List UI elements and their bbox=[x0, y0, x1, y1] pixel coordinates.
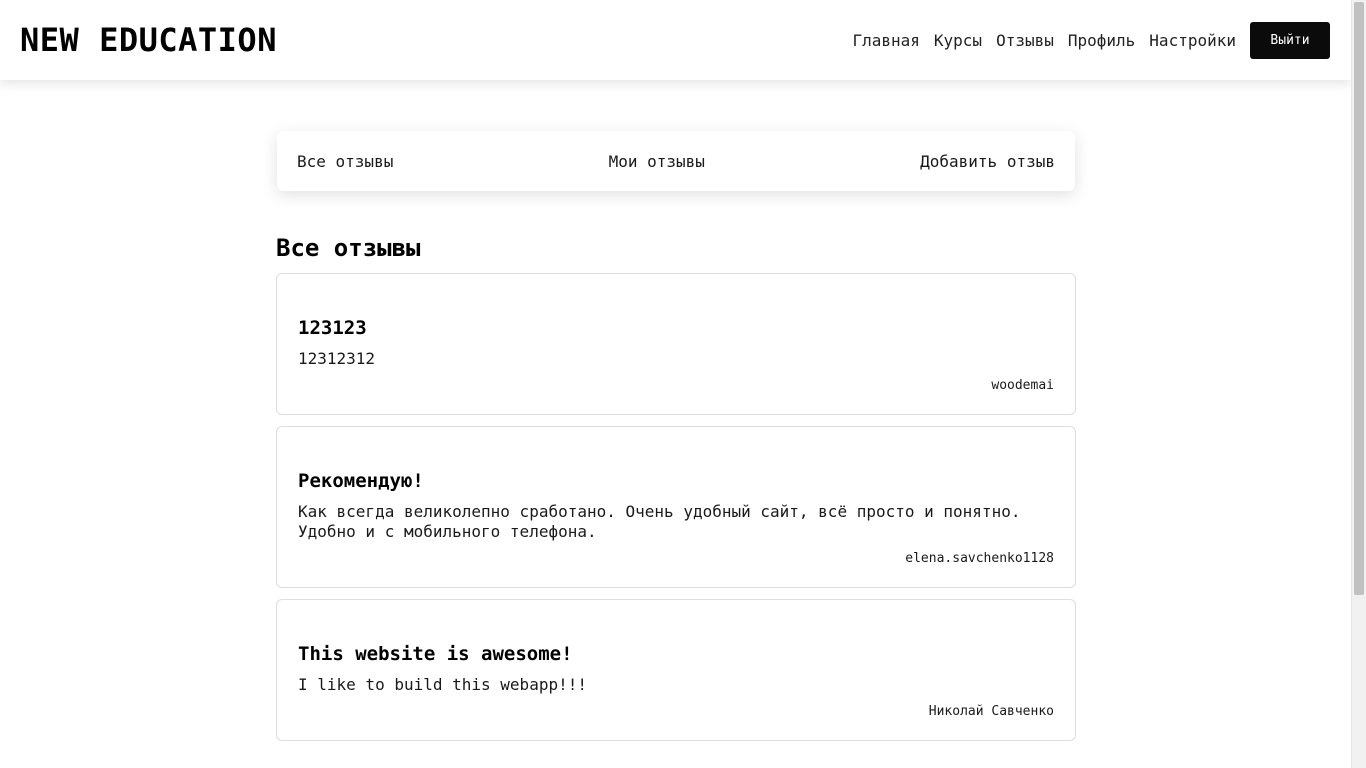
review-title: 123123 bbox=[298, 317, 367, 339]
tab-add-review[interactable]: Добавить отзыв bbox=[920, 152, 1055, 171]
scrollbar-thumb[interactable] bbox=[1354, 2, 1364, 595]
site-header: NEW EDUCATION Главная Курсы Отзывы Профи… bbox=[0, 0, 1351, 80]
tab-all-reviews[interactable]: Все отзывы bbox=[297, 152, 393, 171]
review-author: elena.savchenko1128 bbox=[905, 551, 1054, 566]
review-title: This website is awesome! bbox=[298, 643, 573, 665]
nav-link-profile[interactable]: Профиль bbox=[1068, 31, 1135, 50]
review-author: Николай Савченко bbox=[928, 704, 1054, 719]
main-nav: Главная Курсы Отзывы Профиль Настройки В… bbox=[852, 22, 1330, 59]
nav-link-reviews[interactable]: Отзывы bbox=[996, 31, 1054, 50]
nav-link-home[interactable]: Главная bbox=[852, 31, 919, 50]
tab-my-reviews[interactable]: Мои отзывы bbox=[609, 152, 705, 171]
review-author: woodemai bbox=[991, 378, 1054, 393]
review-text: Как всегда великолепно сработано. Очень … bbox=[298, 502, 1021, 541]
review-title: Рекомендую! bbox=[298, 470, 424, 492]
nav-link-courses[interactable]: Курсы bbox=[934, 31, 982, 50]
content-area: NEW EDUCATION Главная Курсы Отзывы Профи… bbox=[0, 0, 1351, 768]
site-logo[interactable]: NEW EDUCATION bbox=[20, 20, 277, 60]
review-text: I like to build this webapp!!! bbox=[298, 675, 587, 694]
review-card: This website is awesome! I like to build… bbox=[276, 599, 1076, 741]
reviews-tabs: Все отзывы Мои отзывы Добавить отзыв bbox=[277, 131, 1075, 191]
review-card: Рекомендую! Как всегда великолепно срабо… bbox=[276, 426, 1076, 588]
nav-link-settings[interactable]: Настройки bbox=[1149, 31, 1236, 50]
review-card: 123123 12312312 woodemai bbox=[276, 273, 1076, 415]
review-list: 123123 12312312 woodemai Рекомендую! Как… bbox=[276, 273, 1076, 752]
vertical-scrollbar[interactable] bbox=[1351, 0, 1366, 768]
logout-button[interactable]: Выйти bbox=[1250, 22, 1330, 59]
section-title: Все отзывы bbox=[276, 234, 421, 262]
page: NEW EDUCATION Главная Курсы Отзывы Профи… bbox=[0, 0, 1366, 768]
review-text: 12312312 bbox=[298, 349, 376, 368]
